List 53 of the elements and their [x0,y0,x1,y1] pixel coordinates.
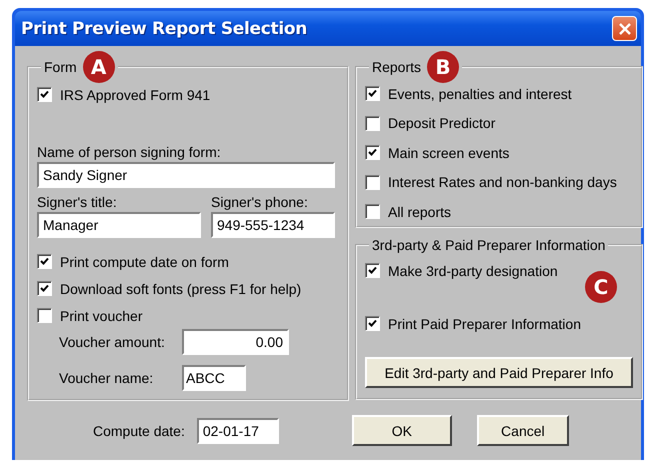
edit-info-button[interactable]: Edit 3rd-party and Paid Preparer Info [365,357,633,388]
check-icon [40,257,49,266]
input-field[interactable]: 949-555-1234 [211,212,335,238]
date-field[interactable]: 02-01-17 [196,418,279,444]
window-title: Print Preview Report Selection [21,18,308,38]
checkbox[interactable] [365,316,380,331]
field-label: Compute date: [93,422,185,438]
close-icon [618,22,630,34]
callout-badge: C [585,271,617,303]
field-label: Name of person signing form: [37,143,222,162]
checkbox[interactable] [365,145,380,160]
checkbox-label: Deposit Predictor [388,115,496,132]
checkbox[interactable] [365,116,380,131]
checkbox-label: Download soft fonts (press F1 for help) [60,280,302,296]
checkbox[interactable] [365,263,380,278]
checkbox[interactable] [37,281,52,296]
callout-badge: A [82,51,115,83]
check-icon [368,266,377,275]
field-label: Voucher name: [59,370,154,386]
check-icon [40,284,49,293]
input-field[interactable]: 0.00 [182,329,289,355]
checkbox-label: Events, penalties and interest [388,86,572,102]
check-icon [368,148,377,158]
checkbox[interactable] [37,308,52,323]
input-field[interactable]: Sandy Signer [37,162,335,188]
input-field[interactable]: Manager [37,212,201,238]
callout-badge: B [427,51,460,83]
input-field[interactable]: ABCC [182,365,246,391]
checkbox[interactable] [37,254,52,269]
group-title: 3rd-party & Paid Preparer Information [372,237,606,253]
ok-button[interactable]: OK [352,415,452,446]
checkbox-label: Interest Rates and non-banking days [388,174,617,190]
checkbox-label: Make 3rd-party designation [388,262,558,278]
check-icon [368,89,377,98]
checkbox-label: Print compute date on form [60,254,229,270]
check-icon [368,319,377,328]
field-label: Signer's title: [37,193,118,212]
group-title: Form [44,59,77,75]
checkbox-label: Print Paid Preparer Information [388,316,581,332]
close-button[interactable] [612,16,637,41]
checkbox-label: Print voucher [60,308,142,324]
checkbox-label: Main screen events [388,144,510,161]
checkbox-label: IRS Approved Form 941 [60,86,210,102]
checkbox[interactable] [365,86,380,102]
cancel-button[interactable]: Cancel [476,415,569,446]
group-title: Reports [372,59,422,75]
checkbox[interactable] [365,174,380,190]
field-label: Voucher amount: [59,334,166,350]
check-icon [40,90,49,99]
checkbox[interactable] [37,87,52,102]
checkbox-label: All reports [388,204,452,220]
checkbox[interactable] [365,204,380,220]
field-label: Signer's phone: [211,193,309,212]
